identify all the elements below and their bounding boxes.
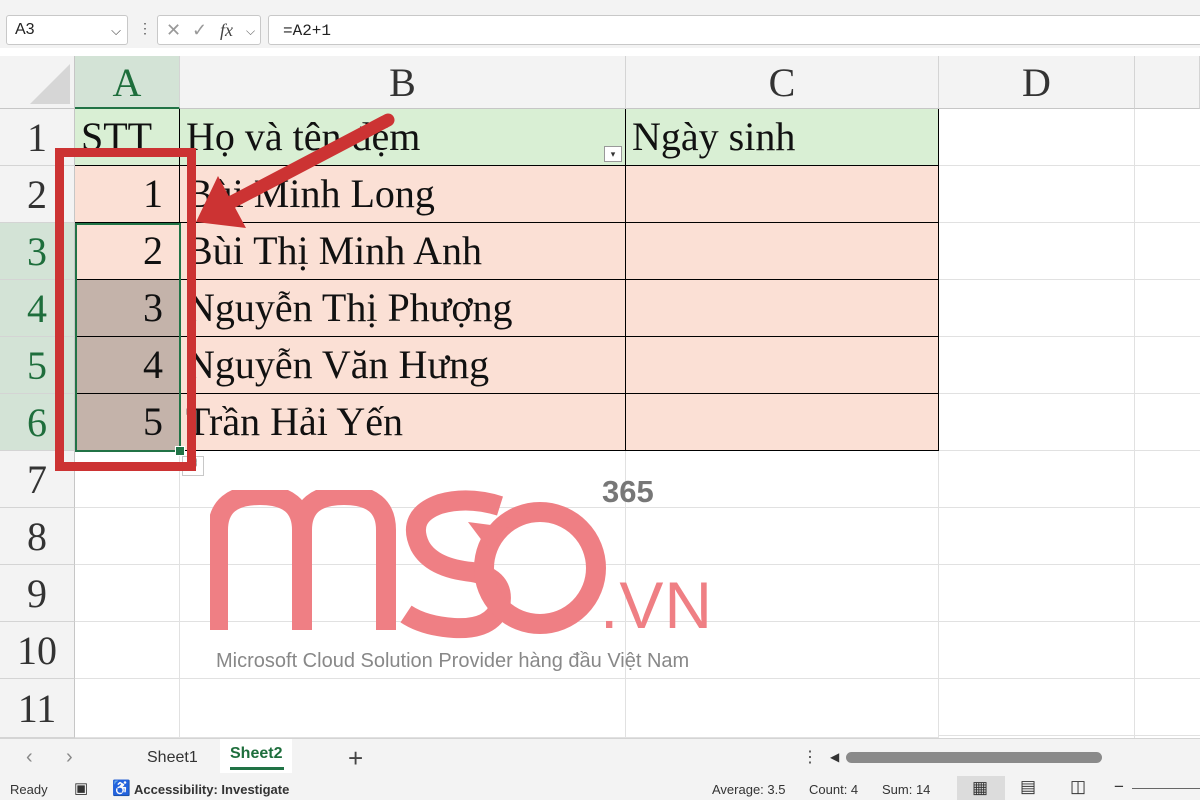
add-sheet-button[interactable]: + [348,743,363,774]
tab-scroll-left-icon[interactable]: ‹ [26,746,33,769]
sheet-tab-bar: ‹ › Sheet1 Sheet2 + ⋮ ◀ [0,738,1200,777]
accessibility-status[interactable]: Accessibility: Investigate [134,782,289,797]
normal-view-button[interactable]: ▦ [957,776,1005,800]
status-sum[interactable]: Sum: 14 [882,782,930,797]
scroll-left-arrow-icon[interactable]: ◀ [830,750,839,764]
status-count[interactable]: Count: 4 [809,782,858,797]
tab-scroll-right-icon[interactable]: › [66,746,73,769]
accessibility-icon[interactable]: ♿ [112,779,131,797]
tab-sheet1[interactable]: Sheet1 [147,749,198,767]
watermark-logo [210,490,606,639]
watermark-365: 365 [602,474,654,509]
zoom-slider[interactable] [1132,788,1200,789]
tab-sheet2[interactable]: Sheet2 [220,739,292,773]
watermark-domain: .VN [600,568,714,642]
tab-options-icon[interactable]: ⋮ [802,747,818,767]
active-tab-underline [230,767,284,770]
watermark-tagline: Microsoft Cloud Solution Provider hàng đ… [216,650,690,672]
tab-sheet2-label: Sheet2 [230,745,283,762]
horizontal-scrollbar[interactable] [846,752,1102,763]
normal-view-icon: ▦ [972,778,989,797]
page-break-icon[interactable]: ◫ [1070,777,1086,797]
camera-icon[interactable]: ▣ [74,779,88,797]
annotation-arrow [196,113,395,228]
status-bar: Ready ▣ ♿ Accessibility: Investigate Ave… [0,776,1200,800]
page-layout-icon[interactable]: ▤ [1020,777,1036,797]
zoom-out-icon[interactable]: − [1114,777,1124,797]
status-average[interactable]: Average: 3.5 [712,782,785,797]
status-ready: Ready [10,782,48,797]
